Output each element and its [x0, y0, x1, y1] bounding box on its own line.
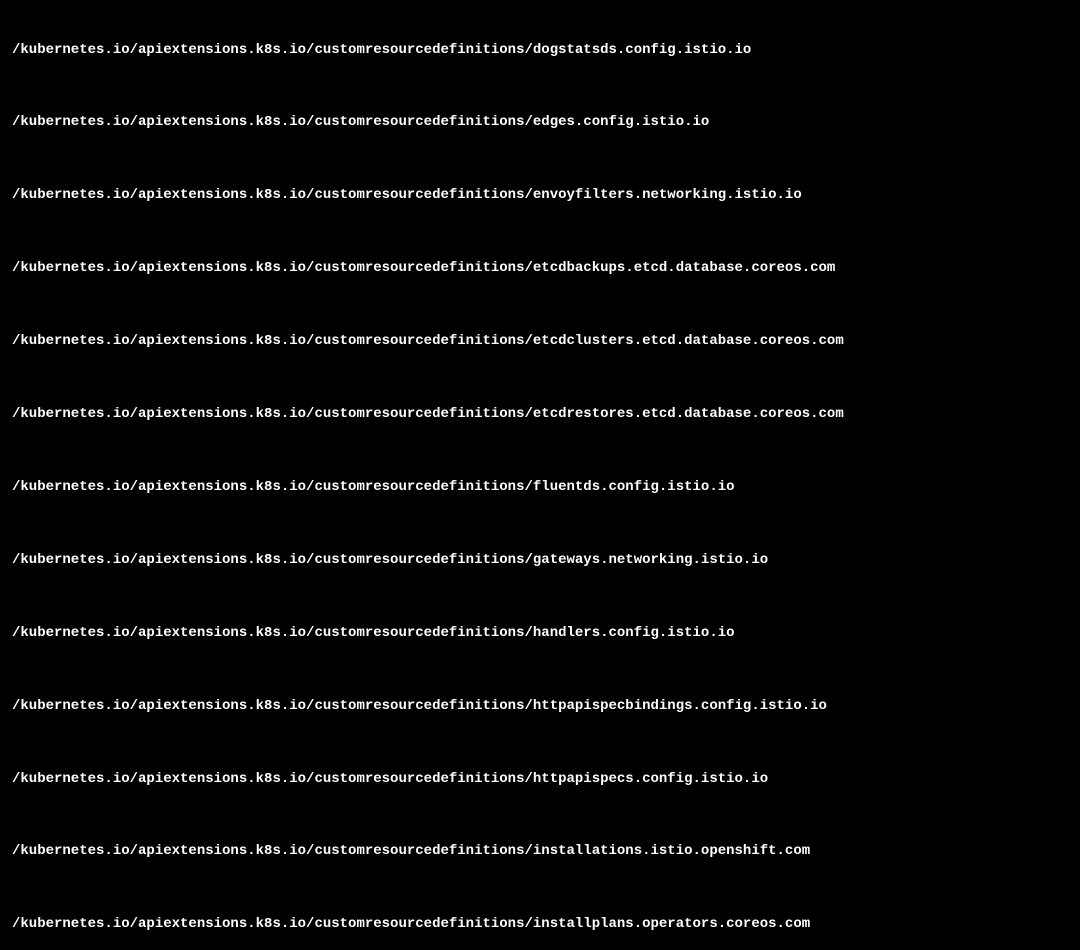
- terminal-line: /kubernetes.io/apiextensions.k8s.io/cust…: [12, 260, 1068, 277]
- terminal-line: /kubernetes.io/apiextensions.k8s.io/cust…: [12, 843, 1068, 860]
- terminal-line: /kubernetes.io/apiextensions.k8s.io/cust…: [12, 916, 1068, 933]
- terminal-line: /kubernetes.io/apiextensions.k8s.io/cust…: [12, 771, 1068, 788]
- terminal-line: /kubernetes.io/apiextensions.k8s.io/cust…: [12, 552, 1068, 569]
- terminal-line: /kubernetes.io/apiextensions.k8s.io/cust…: [12, 479, 1068, 496]
- terminal-output: /kubernetes.io/apiextensions.k8s.io/cust…: [12, 8, 1068, 950]
- terminal-line: /kubernetes.io/apiextensions.k8s.io/cust…: [12, 187, 1068, 204]
- terminal-line: /kubernetes.io/apiextensions.k8s.io/cust…: [12, 406, 1068, 423]
- terminal-line: /kubernetes.io/apiextensions.k8s.io/cust…: [12, 698, 1068, 715]
- terminal-line: /kubernetes.io/apiextensions.k8s.io/cust…: [12, 625, 1068, 642]
- terminal-line: /kubernetes.io/apiextensions.k8s.io/cust…: [12, 333, 1068, 350]
- terminal-line: /kubernetes.io/apiextensions.k8s.io/cust…: [12, 114, 1068, 131]
- terminal-line: /kubernetes.io/apiextensions.k8s.io/cust…: [12, 42, 1068, 59]
